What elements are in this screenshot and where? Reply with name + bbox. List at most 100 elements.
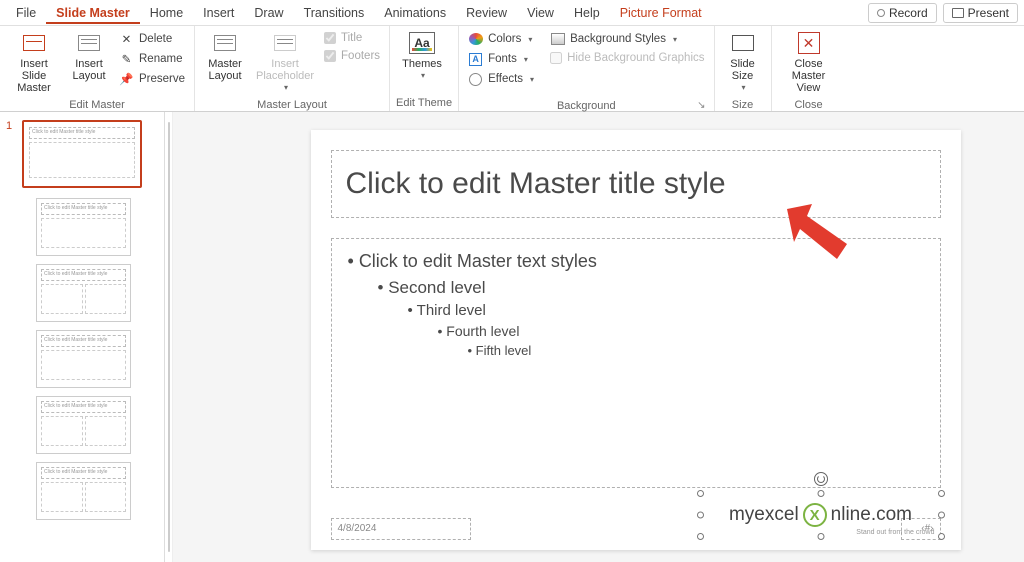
colors-button[interactable]: Colors▾ [465, 30, 537, 48]
resize-handle[interactable] [697, 533, 704, 540]
thumb-body [29, 142, 135, 178]
preserve-label: Preserve [139, 73, 185, 85]
master-thumbnail[interactable]: 1 Click to edit Master title style [6, 120, 158, 188]
tab-picture-format[interactable]: Picture Format [610, 2, 712, 24]
resize-handle[interactable] [938, 490, 945, 497]
preserve-icon: 📌 [119, 72, 134, 86]
slide-size-button[interactable]: Slide Size▾ [721, 28, 765, 97]
tab-slide-master[interactable]: Slide Master [46, 2, 140, 24]
slide-master-canvas[interactable]: Click to edit Master title style Click t… [311, 130, 961, 550]
tab-transitions[interactable]: Transitions [294, 2, 375, 24]
delete-button[interactable]: ✕Delete [116, 30, 188, 48]
master-layout-label: Master Layout [203, 58, 247, 82]
record-button[interactable]: Record [868, 3, 937, 23]
tab-view[interactable]: View [517, 2, 564, 24]
resize-handle[interactable] [938, 533, 945, 540]
ribbon: Insert Slide Master Insert Layout ✕Delet… [0, 26, 1024, 112]
group-master-layout: Master Layout Insert Placeholder▾ Title … [195, 26, 390, 111]
present-label: Present [968, 6, 1009, 20]
present-icon [952, 8, 964, 18]
insert-slide-master-button[interactable]: Insert Slide Master [6, 28, 62, 97]
slide-master-icon [23, 35, 45, 51]
selected-picture[interactable]: myexcel X nline.com Stand out from the c… [701, 494, 941, 536]
resize-handle[interactable] [817, 533, 824, 540]
delete-icon: ✕ [119, 32, 134, 46]
body-level-5: Fifth level [468, 343, 924, 358]
themes-icon: Aa [409, 32, 435, 54]
preserve-button[interactable]: 📌 Preserve [116, 70, 188, 88]
callout-arrow-icon [782, 204, 852, 259]
title-check-label: Title [341, 32, 362, 44]
effects-icon [469, 73, 482, 86]
master-index: 1 [6, 120, 16, 188]
layout-thumbnail-1[interactable]: Click to edit Master title style [36, 198, 158, 256]
body-level-3: Third level [408, 302, 924, 319]
rotate-handle-icon[interactable] [814, 472, 828, 486]
logo-text-post: nline.com [831, 504, 912, 526]
placeholder-icon [274, 35, 296, 51]
insert-placeholder-button[interactable]: Insert Placeholder▾ [253, 28, 317, 97]
group-label-size: Size [721, 97, 765, 113]
background-styles-button[interactable]: Background Styles▾ [547, 30, 707, 48]
logo-image: myexcel X nline.com Stand out from the c… [701, 494, 941, 536]
resize-handle[interactable] [938, 512, 945, 519]
tab-file[interactable]: File [6, 2, 46, 24]
logo-x-icon: X [803, 503, 827, 527]
body-level-2: Second level [378, 278, 924, 298]
tab-draw[interactable]: Draw [244, 2, 293, 24]
close-master-label: Close Master View [780, 58, 838, 94]
master-layout-button[interactable]: Master Layout [201, 28, 249, 85]
slide-size-label: Slide Size [723, 58, 763, 82]
tab-insert[interactable]: Insert [193, 2, 244, 24]
present-button[interactable]: Present [943, 3, 1018, 23]
footer-placeholder[interactable]: myexcel X nline.com Stand out from the c… [481, 518, 891, 540]
effects-button[interactable]: Effects▾ [465, 70, 537, 88]
footers-check-label: Footers [341, 50, 380, 62]
themes-label: Themes [402, 58, 442, 70]
slide-canvas-area[interactable]: Click to edit Master title style Click t… [173, 112, 1024, 562]
rename-button[interactable]: ✎Rename [116, 50, 188, 68]
resize-handle[interactable] [697, 490, 704, 497]
date-text: 4/8/2024 [338, 523, 377, 534]
master-layout-icon [214, 35, 236, 51]
group-edit-theme: Aa Themes▾ Edit Theme [390, 26, 459, 111]
date-placeholder[interactable]: 4/8/2024 [331, 518, 471, 540]
body-level-4: Fourth level [438, 323, 924, 339]
background-launcher[interactable]: ↘ [465, 100, 707, 111]
layout-thumbnail-5[interactable]: Click to edit Master title style [36, 462, 158, 520]
layout-thumbnail-3[interactable]: Click to edit Master title style [36, 330, 158, 388]
bgstyles-label: Background Styles [570, 33, 666, 45]
thumbnail-pane[interactable]: 1 Click to edit Master title style Click… [0, 112, 165, 562]
tab-help[interactable]: Help [564, 2, 610, 24]
layout-thumbnail-2[interactable]: Click to edit Master title style [36, 264, 158, 322]
insert-layout-label: Insert Layout [68, 58, 110, 82]
themes-button[interactable]: Aa Themes▾ [396, 28, 448, 85]
tab-animations[interactable]: Animations [374, 2, 456, 24]
group-close: ✕ Close Master View Close [772, 26, 846, 111]
fonts-button[interactable]: AFonts▾ [465, 50, 537, 68]
tab-home[interactable]: Home [140, 2, 193, 24]
group-background: Colors▾ AFonts▾ Effects▾ Background Styl… [459, 26, 714, 111]
group-label-edit-theme: Edit Theme [396, 95, 452, 111]
group-label-edit-master: Edit Master [6, 97, 188, 113]
fonts-icon: A [469, 53, 482, 66]
tab-review[interactable]: Review [456, 2, 517, 24]
title-checkbox[interactable]: Title [321, 30, 383, 46]
record-label: Record [889, 6, 928, 20]
layout-thumbnail-4[interactable]: Click to edit Master title style [36, 396, 158, 454]
resize-handle[interactable] [817, 490, 824, 497]
hide-bg-checkbox[interactable]: Hide Background Graphics [547, 50, 707, 66]
body-placeholder[interactable]: Click to edit Master text styles Second … [331, 238, 941, 488]
outline-ruler [165, 112, 173, 562]
insert-layout-button[interactable]: Insert Layout [66, 28, 112, 85]
rename-icon: ✎ [119, 52, 134, 66]
logo-tagline: Stand out from the crowd [856, 529, 934, 536]
colors-label: Colors [488, 33, 521, 45]
resize-handle[interactable] [697, 512, 704, 519]
fonts-label: Fonts [488, 53, 517, 65]
insert-slide-master-label: Insert Slide Master [8, 58, 60, 94]
ribbon-tab-bar: File Slide Master Home Insert Draw Trans… [0, 0, 1024, 26]
close-master-view-button[interactable]: ✕ Close Master View [778, 28, 840, 97]
footers-checkbox[interactable]: Footers [321, 48, 383, 64]
close-icon: ✕ [798, 32, 820, 54]
